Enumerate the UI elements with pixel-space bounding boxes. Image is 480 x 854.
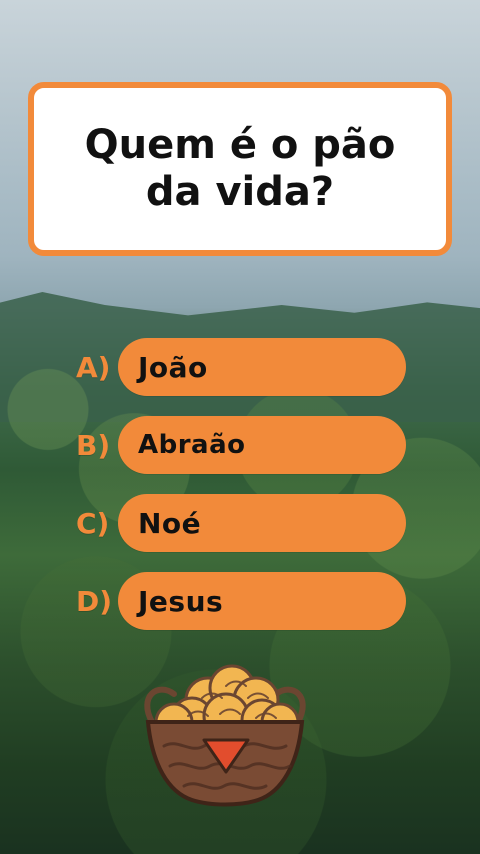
answer-option-d[interactable]: D) Jesus	[76, 572, 406, 630]
answer-label-b: Abraão	[138, 430, 246, 460]
answer-letter-d: D)	[76, 584, 113, 618]
answer-pill-d[interactable]: Jesus	[118, 572, 406, 630]
answer-option-a[interactable]: A) João	[76, 338, 406, 396]
answer-pill-b[interactable]: Abraão	[118, 416, 406, 474]
answer-label-d: Jesus	[138, 584, 224, 618]
answer-letter-c: C)	[76, 506, 110, 540]
answer-pill-c[interactable]: Noé	[118, 494, 406, 552]
question-text: Quem é o pão da vida?	[84, 121, 396, 215]
answer-label-a: João	[138, 350, 208, 384]
answer-option-c[interactable]: C) Noé	[76, 494, 406, 552]
question-card: Quem é o pão da vida?	[28, 82, 452, 256]
bread-basket-icon	[130, 660, 320, 810]
answer-letter-a: A)	[76, 350, 111, 384]
answer-option-b[interactable]: B) Abraão	[76, 416, 406, 474]
answer-label-c: Noé	[138, 506, 202, 540]
answer-letter-b: B)	[76, 428, 111, 462]
answer-pill-a[interactable]: João	[118, 338, 406, 396]
